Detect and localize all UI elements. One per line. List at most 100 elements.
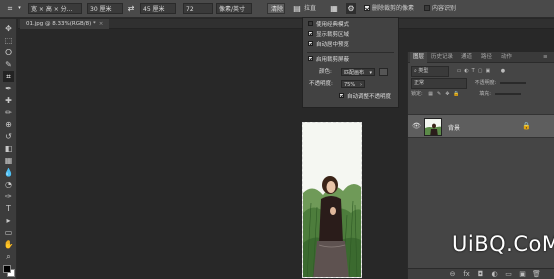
move-icon[interactable]: ✥ [3,23,14,34]
menu-item-label: 自动居中预览 [316,42,350,48]
content-aware-checkbox[interactable]: 内容识别 [424,3,456,14]
link-icon[interactable]: ⊖ [448,270,457,279]
tab-history[interactable]: 历史记录 [428,52,456,63]
pen-icon[interactable]: ✑ [3,191,14,202]
fx-icon[interactable]: fx [462,270,471,279]
height-input[interactable]: 45 厘米 [140,3,176,14]
tab-layers[interactable]: 图层 [410,52,428,63]
tab-actions[interactable]: 动作 [498,52,515,63]
straighten-icon[interactable]: ▤ [292,3,302,14]
options-bar: ⌗ ▾ 宽 × 高 × 分... 30 厘米 ⇄ 45 厘米 72 像素/英寸 … [0,0,554,18]
blur-icon[interactable]: 💧 [3,167,14,178]
content-aware-label: 内容识别 [432,5,457,12]
close-icon[interactable]: × [99,21,104,27]
foreground-color-swatch[interactable] [3,265,11,273]
zoom-icon[interactable]: ⌕ [3,251,14,262]
layer-filter-select[interactable]: ⌕ 类型 [411,66,449,77]
healing-icon[interactable]: ✚ [3,95,14,106]
color-swatch[interactable] [379,68,388,76]
opacity-label: 不透明度: [474,80,497,86]
clear-button[interactable]: 清除 [267,3,285,14]
fill-input[interactable] [494,93,521,95]
eyedropper-icon[interactable]: ✒ [3,83,14,94]
history-brush-icon[interactable]: ↺ [3,131,14,142]
tools-panel: ✥ ⬚ ⵔ ✎ ⌗ ✒ ✚ ✏ ⊕ ↺ ◧ ▦ 💧 ◔ ✑ T ▸ ▭ ✋ ⌕ [0,19,17,279]
checkbox-icon [308,21,313,26]
gradient-icon[interactable]: ▦ [3,155,14,166]
lasso-icon[interactable]: ⵔ [3,47,14,58]
layer-opacity-input[interactable] [499,82,526,84]
eye-icon[interactable]: 👁 [412,122,421,131]
type-icon[interactable]: T [3,203,14,214]
menu-item-auto-center-preview[interactable]: 自动居中预览 [308,41,349,49]
eraser-icon[interactable]: ◧ [3,143,14,154]
layer-thumbnail [424,118,442,136]
tab-channels[interactable]: 通道 [458,52,475,63]
panel-menu-icon[interactable]: ≡ [540,52,551,63]
thumbnail-image [425,119,441,135]
shield-color-label: 颜色: [319,69,332,75]
brush-icon[interactable]: ✏ [3,107,14,118]
layer-filter-row: ⌕ 类型 ▭◐T▢▣ ● [411,66,505,77]
menu-item-label: 使用经典模式 [316,22,350,28]
toggle-icon[interactable]: ● [501,68,505,74]
checkbox-icon [339,93,344,98]
blend-row: 正常 不透明度: [411,78,526,89]
chevron-down-icon: ▾ [369,70,372,76]
mask-icon[interactable]: ◘ [476,270,485,279]
layer-name: 背景 [448,125,461,132]
blend-mode-select[interactable]: 正常 [411,78,467,89]
shape-icon[interactable]: ▭ [3,227,14,238]
delete-cropped-checkbox[interactable]: 删除裁剪的像素 [364,3,414,14]
filter-icons[interactable]: ▭◐T▢▣ [457,68,494,74]
ratio-select[interactable]: 宽 × 高 × 分... [28,3,82,14]
checkbox-icon [308,41,313,46]
auto-adjust-opacity-checkbox[interactable]: 自动调整不透明度 [339,93,391,101]
document-tab-bar: 01.jpg @ 8.33%(RGB/8) * × [18,19,554,29]
menu-item-show-cropped-area[interactable]: 显示裁剪区域 [308,31,349,39]
chevron-down-icon[interactable]: ▾ [16,3,23,14]
filter-label: 类型 [418,68,429,74]
document-tab[interactable]: 01.jpg @ 8.33%(RGB/8) * × [20,19,110,29]
opacity-value: 75% [344,82,356,88]
menu-item-enable-crop-shield[interactable]: 启用裁剪屏蔽 [308,56,349,64]
grid-overlay-icon[interactable]: ▦ [329,3,339,14]
menu-item-classic-mode[interactable]: 使用经典模式 [308,21,349,29]
document-canvas[interactable] [302,122,362,278]
trash-icon[interactable]: 🗑 [532,270,541,279]
gear-icon[interactable]: ⚙ [346,3,356,14]
chevron-right-icon: › [360,82,362,88]
menu-item-label: 启用裁剪屏蔽 [316,57,350,63]
hand-icon[interactable]: ✋ [3,239,14,250]
opacity-input[interactable]: 75% › [341,80,365,88]
checkbox-icon [308,31,313,36]
folder-icon[interactable]: ▭ [504,270,513,279]
path-select-icon[interactable]: ▸ [3,215,14,226]
menu-divider [307,52,394,53]
lock-row: 锁定: ▦✎✥🔒 填充: [411,90,521,99]
lock-icons[interactable]: ▦✎✥🔒 [428,91,463,97]
width-input[interactable]: 30 厘米 [87,3,123,14]
adjustment-icon[interactable]: ◐ [490,270,499,279]
crop-icon[interactable]: ⌗ [4,3,16,14]
document-title: 01.jpg @ 8.33%(RGB/8) * [26,21,96,27]
marquee-icon[interactable]: ⬚ [3,35,14,46]
tab-paths[interactable]: 路径 [478,52,495,63]
layers-panel-footer: ⊖ fx ◘ ◐ ▭ ▣ 🗑 [408,268,554,279]
checkbox-icon [424,4,430,11]
quick-select-icon[interactable]: ✎ [3,59,14,70]
photo-image [303,123,361,277]
stamp-icon[interactable]: ⊕ [3,119,14,130]
crop-overlay-options-menu: 使用经典模式 显示裁剪区域 自动居中预览 启用裁剪屏蔽 颜色: 匹配画布 ▾ 不透… [302,17,399,108]
dodge-icon[interactable]: ◔ [3,179,14,190]
shield-color-select[interactable]: 匹配画布 ▾ [341,68,375,76]
crop-icon[interactable]: ⌗ [3,71,14,82]
shield-color-value: 匹配画布 [344,70,365,76]
fill-label: 填充: [479,91,491,97]
resolution-unit-select[interactable]: 像素/英寸 [216,3,252,14]
auto-adjust-opacity-label: 自动调整不透明度 [347,94,392,100]
resolution-input[interactable]: 72 [183,3,213,14]
new-layer-icon[interactable]: ▣ [518,270,527,279]
layer-row[interactable]: 👁 背景 🔒 [408,114,554,138]
swap-icon[interactable]: ⇄ [126,3,136,14]
